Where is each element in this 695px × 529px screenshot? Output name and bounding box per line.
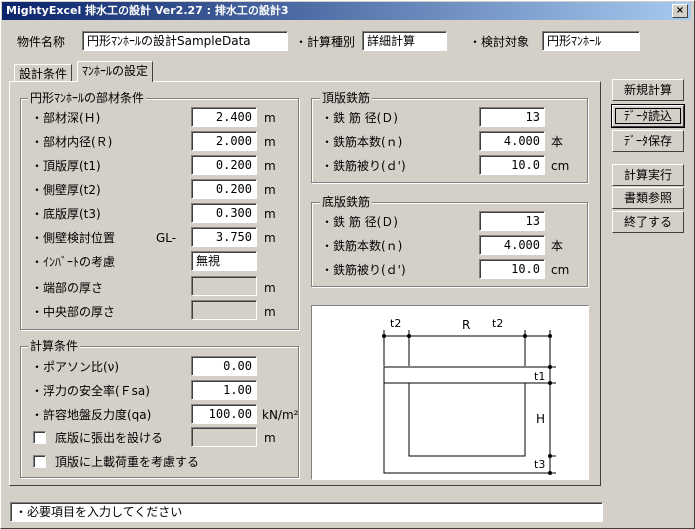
dim-dot (407, 334, 411, 338)
t2-right-label: t2 (492, 317, 503, 330)
unit-label: m (264, 111, 276, 125)
rebar-label: ・鉄筋本数(ｎ) (321, 239, 403, 253)
member-label: ・中央部の厚さ (31, 305, 116, 319)
top-rebar-diameter-field[interactable]: 13 (479, 107, 545, 127)
dim-dot (548, 381, 552, 385)
wall-check-position-field[interactable]: 3.750 (191, 227, 257, 247)
calc-type-field[interactable]: 詳細計算 (362, 31, 447, 51)
h-label: H (536, 412, 545, 426)
property-name-label: 物件名称 (17, 35, 66, 49)
unit-label: kN/m² (262, 408, 299, 422)
close-button[interactable]: × (672, 4, 688, 18)
window-title: MightyExcel 排水工の設計 Ver2.27 : 排水工の設計3 (6, 4, 289, 17)
load-data-button[interactable]: ﾃﾞｰﾀ読込 (612, 105, 684, 127)
unit-label: m (264, 207, 276, 221)
dim-dot (548, 454, 552, 458)
overhang-label: 底版に張出を設ける (55, 431, 164, 445)
gl-prefix-label: GL- (156, 231, 177, 245)
calc-label: ・浮力の安全率(Ｆsa) (31, 384, 150, 398)
member-label: ・ｲﾝﾊﾞｰﾄの考慮 (31, 255, 116, 269)
tab-manhole-settings[interactable]: ﾏﾝﾎｰﾙの設定 (77, 61, 154, 82)
rebar-label: ・鉄筋被り(ｄ') (321, 263, 406, 277)
property-name-field[interactable]: 円形ﾏﾝﾎｰﾙの設計SampleData (82, 31, 288, 51)
rebar-label: ・鉄 筋 径(Ｄ) (321, 111, 398, 125)
allowable-bearing-field[interactable]: 100.00 (191, 404, 257, 424)
top-rebar-cover-field[interactable]: 10.0 (479, 155, 545, 175)
bottom-rebar-cover-field[interactable]: 10.0 (479, 259, 545, 279)
r-label: R (462, 318, 470, 332)
dim-dot (382, 334, 386, 338)
calc-conditions-title: 計算条件 (28, 339, 81, 353)
end-thickness-field (191, 276, 257, 296)
dim-dot (548, 334, 552, 338)
target-field[interactable]: 円形ﾏﾝﾎｰﾙ (542, 31, 640, 51)
t1-label: t1 (534, 370, 545, 383)
dim-dot (548, 365, 552, 369)
title-bar: MightyExcel 排水工の設計 Ver2.27 : 排水工の設計3 × (2, 2, 691, 20)
dim-dot (523, 334, 527, 338)
invert-consider-field[interactable]: 無視 (191, 251, 257, 271)
unit-label: m (264, 431, 276, 445)
target-label: ・検討対象 (469, 35, 530, 49)
surcharge-checkbox[interactable] (33, 455, 46, 468)
unit-label: m (264, 305, 276, 319)
tab-design-conditions[interactable]: 設計条件 (14, 64, 73, 82)
manhole-section-svg: t2 R t2 t1 H t3 (382, 317, 556, 475)
unit-label: m (264, 183, 276, 197)
bottom-rebar-diameter-field[interactable]: 13 (479, 211, 545, 231)
bottom-slab-thickness-field[interactable]: 0.300 (191, 203, 257, 223)
poisson-ratio-field[interactable]: 0.00 (191, 356, 257, 376)
member-label: ・部材内径(Ｒ) (31, 135, 113, 149)
exit-button[interactable]: 終了する (612, 211, 684, 233)
top-rebar-title: 頂版鉄筋 (320, 91, 373, 105)
buoyancy-safety-field[interactable]: 1.00 (191, 380, 257, 400)
manhole-section-diagram: t2 R t2 t1 H t3 (311, 305, 589, 480)
unit-label: m (264, 135, 276, 149)
status-bar: ・必要項目を入力してください (10, 502, 603, 522)
rebar-label: ・鉄 筋 径(Ｄ) (321, 215, 398, 229)
side-wall-thickness-field[interactable]: 0.200 (191, 179, 257, 199)
overhang-field (191, 427, 257, 447)
center-thickness-field (191, 300, 257, 320)
bottom-rebar-title: 底版鉄筋 (320, 195, 373, 209)
calc-label: ・許容地盤反力度(qa) (31, 408, 152, 422)
member-conditions-title: 円形ﾏﾝﾎｰﾙの部材条件 (28, 91, 147, 105)
t2-left-label: t2 (390, 317, 401, 330)
unit-label: m (264, 231, 276, 245)
calc-type-label: ・計算種別 (295, 35, 356, 49)
member-label: ・端部の厚さ (31, 281, 104, 295)
save-data-button[interactable]: ﾃﾞｰﾀ保存 (612, 130, 684, 152)
bottom-rebar-count-field[interactable]: 4.000 (479, 235, 545, 255)
member-label: ・側壁厚(t2) (31, 183, 101, 197)
member-label: ・部材深(Ｈ) (31, 111, 101, 125)
depth-field[interactable]: 2.400 (191, 107, 257, 127)
member-label: ・頂版厚(t1) (31, 159, 101, 173)
rebar-label: ・鉄筋被り(ｄ') (321, 159, 406, 173)
t3-label: t3 (534, 458, 545, 471)
overhang-checkbox[interactable] (33, 431, 46, 444)
unit-label: 本 (551, 135, 564, 149)
top-slab-thickness-field[interactable]: 0.200 (191, 155, 257, 175)
member-label: ・側壁検討位置 (31, 231, 116, 245)
new-calc-button[interactable]: 新規計算 (612, 79, 684, 101)
dim-dot (548, 471, 552, 475)
unit-label: m (264, 159, 276, 173)
surcharge-label: 頂版に上載荷重を考慮する (55, 455, 200, 469)
unit-label: m (264, 281, 276, 295)
unit-label: cm (551, 263, 570, 277)
run-calc-button[interactable]: 計算実行 (612, 164, 684, 186)
unit-label: cm (551, 159, 570, 173)
browse-docs-button[interactable]: 書類参照 (612, 187, 684, 209)
rebar-label: ・鉄筋本数(ｎ) (321, 135, 403, 149)
inner-hollow-shape (408, 383, 526, 457)
calc-label: ・ポアソン比(ν) (31, 360, 120, 374)
top-rebar-count-field[interactable]: 4.000 (479, 131, 545, 151)
unit-label: 本 (551, 239, 564, 253)
inner-diameter-field[interactable]: 2.000 (191, 131, 257, 151)
member-label: ・底版厚(t3) (31, 207, 101, 221)
